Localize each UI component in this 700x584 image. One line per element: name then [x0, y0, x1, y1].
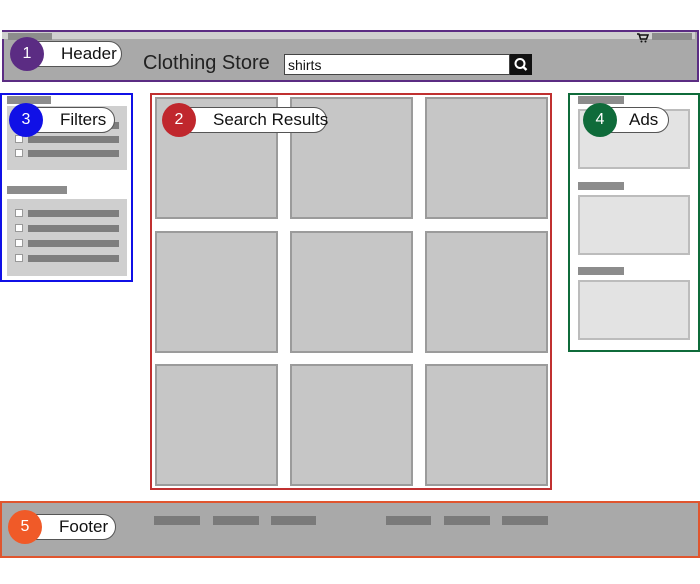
ad-slot[interactable] [578, 195, 690, 255]
callout-search-results-number: 2 [162, 103, 196, 137]
callout-header-number: 1 [10, 37, 44, 71]
callout-ads-number: 4 [583, 103, 617, 137]
ad-heading [578, 267, 624, 275]
footer-link[interactable] [386, 516, 431, 525]
result-tile[interactable] [425, 364, 548, 486]
filter-option-label [28, 225, 119, 232]
result-tile[interactable] [290, 364, 413, 486]
filter-option-label [28, 150, 119, 157]
filter-checkbox[interactable] [15, 224, 23, 232]
cart-icon[interactable] [637, 33, 649, 43]
filter-checkbox[interactable] [15, 239, 23, 247]
result-tile[interactable] [425, 97, 548, 219]
filter-checkbox[interactable] [15, 209, 23, 217]
result-tile[interactable] [155, 364, 278, 486]
search-input-value: shirts [288, 57, 322, 73]
callout-filters-number: 3 [9, 103, 43, 137]
result-tile[interactable] [425, 231, 548, 353]
filter-option-label [28, 136, 119, 143]
search-button[interactable] [510, 54, 532, 75]
footer-link[interactable] [154, 516, 200, 525]
header-account-bar[interactable] [652, 33, 692, 40]
filter-option-label [28, 255, 119, 262]
store-title: Clothing Store [143, 52, 270, 74]
search-input[interactable]: shirts [284, 54, 510, 75]
ad-heading [578, 182, 624, 190]
ad-slot[interactable] [578, 280, 690, 340]
footer-link[interactable] [502, 516, 548, 525]
filter-checkbox[interactable] [15, 254, 23, 262]
search-icon [514, 58, 528, 71]
footer-link[interactable] [444, 516, 490, 525]
filter-option-label [28, 240, 119, 247]
filter-option-label [28, 210, 119, 217]
footer-link[interactable] [271, 516, 316, 525]
footer-link[interactable] [213, 516, 259, 525]
result-tile[interactable] [290, 231, 413, 353]
callout-footer-number: 5 [8, 510, 42, 544]
result-tile[interactable] [155, 231, 278, 353]
filter-group-heading [7, 186, 67, 194]
filter-checkbox[interactable] [15, 149, 23, 157]
header-top-strip [2, 32, 695, 39]
